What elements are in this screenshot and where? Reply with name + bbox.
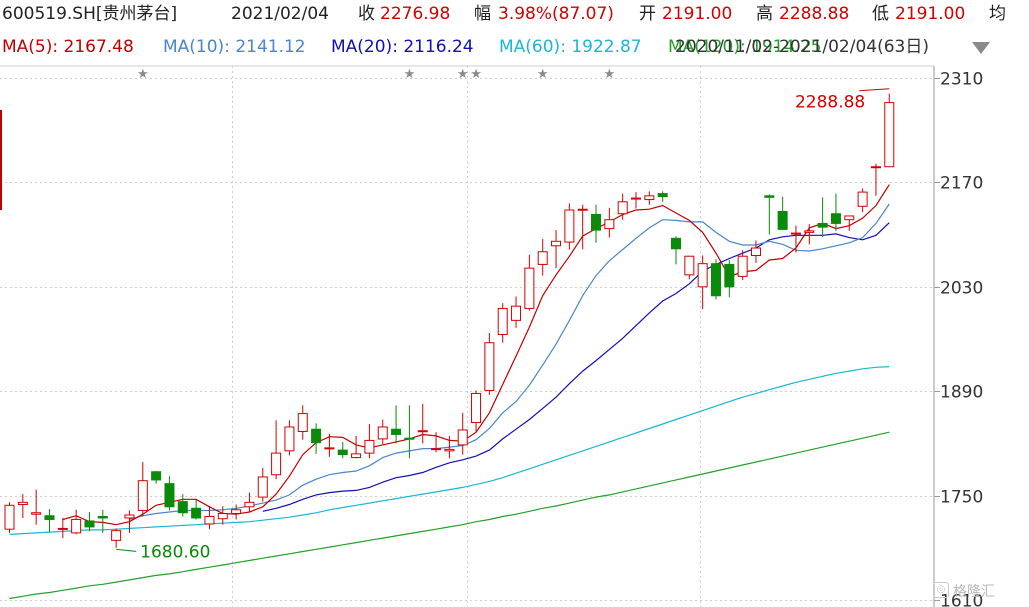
candle-down bbox=[710, 263, 721, 297]
candle-up bbox=[217, 512, 228, 520]
event-star-icon: ★ bbox=[537, 67, 549, 82]
candle-up bbox=[684, 255, 695, 276]
candle-down bbox=[391, 428, 402, 435]
candle-down bbox=[191, 507, 202, 519]
candle-up bbox=[17, 501, 28, 506]
candle-up bbox=[511, 305, 522, 321]
candle-up bbox=[431, 448, 442, 451]
candle-up bbox=[697, 263, 708, 288]
candle-up bbox=[497, 307, 508, 336]
candle-up bbox=[537, 251, 548, 265]
candle-up bbox=[631, 197, 642, 200]
candle-up bbox=[644, 195, 655, 201]
candle-down bbox=[817, 222, 828, 228]
candle-up bbox=[857, 191, 868, 207]
candle-up bbox=[457, 429, 468, 446]
candle-down bbox=[830, 213, 841, 224]
candle-up bbox=[617, 201, 628, 215]
candle-up bbox=[551, 240, 562, 247]
candle-up bbox=[204, 515, 215, 525]
annotation-arrow bbox=[859, 88, 890, 92]
candle-up bbox=[870, 166, 881, 169]
candle-up bbox=[564, 209, 575, 243]
annotation-high: 2288.88 bbox=[795, 93, 865, 113]
y-tick-label: 2030 bbox=[940, 279, 983, 299]
candle-up bbox=[364, 439, 375, 454]
candle-up bbox=[444, 448, 455, 452]
y-tick-label: 2170 bbox=[940, 174, 983, 194]
event-star-icon: ★ bbox=[404, 67, 416, 82]
candle-up bbox=[271, 452, 282, 476]
candle-down bbox=[177, 501, 188, 514]
candle-up bbox=[524, 267, 535, 309]
annotation-low: 1680.60 bbox=[140, 542, 210, 562]
candle-up bbox=[244, 501, 255, 508]
candle-down bbox=[404, 437, 415, 440]
y-tick-label: 1750 bbox=[940, 488, 983, 508]
event-star-icon: ★ bbox=[137, 67, 149, 82]
watermark-text: 格隆汇 bbox=[953, 584, 995, 600]
annotation-arrow bbox=[116, 548, 137, 552]
candle-up bbox=[297, 413, 308, 432]
candle-down bbox=[97, 515, 108, 519]
candle-down bbox=[311, 428, 322, 444]
candle-down bbox=[657, 193, 668, 198]
candle-down bbox=[164, 483, 175, 508]
candle-down bbox=[84, 520, 95, 528]
y-tick-label: 2310 bbox=[940, 70, 983, 90]
candle-up bbox=[377, 426, 388, 440]
candle-down bbox=[777, 210, 788, 230]
candle-down bbox=[337, 449, 348, 456]
candle-down bbox=[724, 263, 735, 288]
candle-down bbox=[44, 515, 55, 520]
candle-down bbox=[764, 195, 775, 198]
event-star-icon: ★ bbox=[457, 67, 469, 82]
candle-up bbox=[804, 230, 815, 233]
candle-up bbox=[790, 232, 801, 235]
candle-up bbox=[351, 453, 362, 459]
candle-up bbox=[604, 219, 615, 230]
candle-up bbox=[737, 255, 748, 277]
candle-down bbox=[151, 471, 162, 481]
candle-up bbox=[31, 512, 42, 515]
candle-up bbox=[284, 426, 295, 452]
ma-line-ma5 bbox=[62, 184, 890, 526]
candle-up bbox=[137, 480, 148, 512]
candle-up bbox=[4, 504, 15, 530]
candle-down bbox=[591, 213, 602, 231]
candle-up bbox=[324, 447, 335, 450]
y-tick-label: 1890 bbox=[940, 383, 983, 403]
event-star-icon: ★ bbox=[604, 67, 616, 82]
watermark-logo-icon: ◎ bbox=[933, 582, 949, 598]
candle-up bbox=[124, 514, 135, 519]
candle-up bbox=[111, 530, 122, 541]
ma-line-ma10 bbox=[129, 203, 890, 521]
candle-up bbox=[750, 247, 761, 256]
candlestick-chart: 231021702030189017501610★ ★ ★ ★ ★ ★2288.88168… bbox=[0, 65, 983, 607]
candle-down bbox=[671, 237, 681, 250]
candle-up bbox=[484, 342, 495, 391]
candle-up bbox=[231, 509, 242, 514]
candle-up bbox=[577, 208, 588, 211]
candle-up bbox=[884, 102, 895, 168]
candle-up bbox=[71, 518, 82, 534]
ma-line-ma20 bbox=[262, 222, 890, 512]
candle-up bbox=[471, 392, 482, 424]
event-star-icon: ★ bbox=[470, 67, 482, 82]
candle-up bbox=[257, 476, 268, 498]
candle-up bbox=[844, 215, 855, 221]
candle-up bbox=[57, 527, 68, 530]
candle-up bbox=[417, 430, 428, 433]
